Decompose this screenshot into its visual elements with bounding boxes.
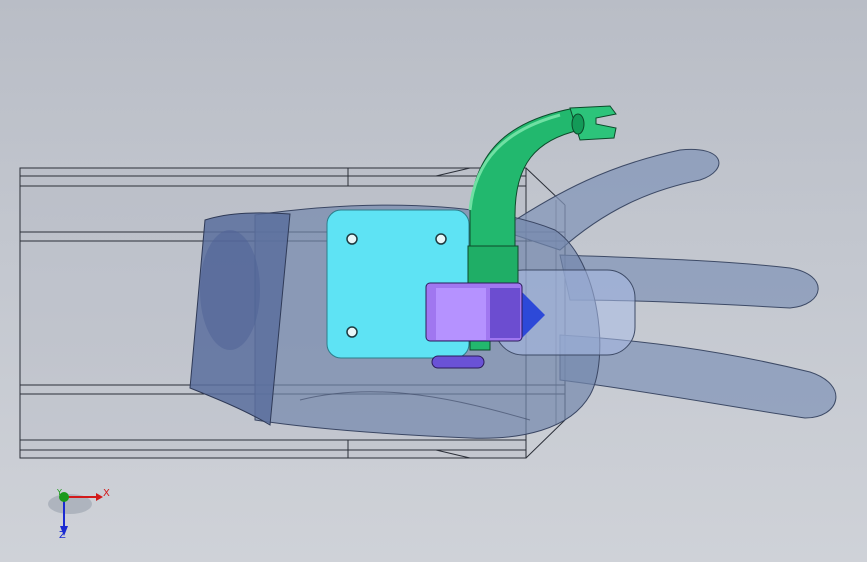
plate-hole [346,326,358,338]
axis-triad: X Y Z [40,478,130,550]
axis-y-label: Y [57,488,62,497]
axis-triad-graphic [48,492,103,536]
model-scene[interactable] [0,0,867,562]
plate-hole [346,233,358,245]
axis-z-label: Z [59,530,66,541]
plate-hole [435,233,447,245]
cad-viewport[interactable]: X Y Z [0,0,867,562]
axis-x-label: X [103,488,110,499]
